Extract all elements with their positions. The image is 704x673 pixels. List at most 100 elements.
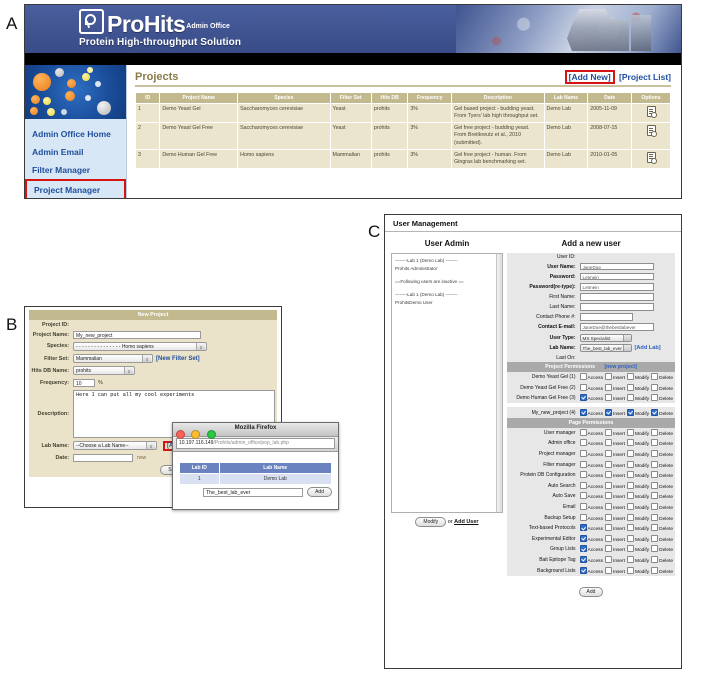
checkbox-access[interactable] (579, 450, 587, 458)
checkbox-delete[interactable] (651, 460, 659, 468)
perm-insert[interactable]: Insert (604, 481, 625, 490)
checkbox-delete[interactable] (651, 394, 659, 402)
prohits-logo[interactable]: ProHitsAdmin Office Protein High-through… (79, 9, 241, 48)
frequency-input[interactable]: 10 (73, 378, 95, 387)
perm-access[interactable]: Access (579, 372, 603, 381)
perm-modify[interactable]: Modify (626, 556, 649, 564)
checkbox-access[interactable] (579, 471, 587, 479)
checkbox-insert[interactable] (604, 471, 612, 479)
perm-modify[interactable]: Modify (626, 450, 649, 458)
first-name-input[interactable] (579, 293, 654, 301)
perm-delete[interactable]: Delete (651, 566, 673, 575)
perm-access[interactable]: Access (579, 428, 603, 437)
perm-access[interactable]: Access (579, 545, 603, 553)
list-item[interactable]: ProhitsDemo User (395, 299, 499, 307)
perm-delete[interactable]: Delete (651, 460, 673, 469)
checkbox-modify[interactable] (626, 460, 634, 468)
perm-insert[interactable]: Insert (604, 450, 625, 458)
checkbox-insert[interactable] (604, 566, 612, 574)
perm-modify[interactable]: Modify (626, 513, 649, 522)
checkbox-modify[interactable] (626, 372, 634, 380)
add-button[interactable]: Add (578, 586, 604, 597)
perm-access[interactable]: Access (579, 408, 603, 417)
perm-modify[interactable]: Modify (626, 428, 649, 437)
cell-options[interactable] (631, 122, 671, 150)
perm-insert[interactable]: Insert (604, 545, 625, 553)
perm-delete[interactable]: Delete (651, 481, 673, 490)
checkbox-insert[interactable] (604, 524, 612, 532)
zoom-icon[interactable] (206, 430, 216, 439)
checkbox-insert[interactable] (604, 460, 612, 468)
checkbox-insert[interactable] (604, 492, 612, 500)
perm-modify[interactable]: Modify (626, 408, 649, 417)
firefox-popup-window[interactable]: Mozilla Firefox 10.197.116.149/Prohits/a… (172, 422, 339, 510)
perm-access[interactable]: Access (579, 524, 603, 532)
perm-access[interactable]: Access (579, 513, 603, 522)
perm-insert[interactable]: Insert (604, 460, 625, 469)
perm-access[interactable]: Access (579, 460, 603, 469)
perm-modify[interactable]: Modify (626, 566, 649, 575)
checkbox-insert[interactable] (604, 383, 612, 391)
checkbox-modify[interactable] (626, 556, 634, 564)
perm-delete[interactable]: Delete (651, 503, 673, 511)
document-search-icon[interactable] (646, 151, 657, 164)
perm-insert[interactable]: Insert (604, 408, 625, 417)
checkbox-delete[interactable] (651, 503, 659, 511)
sidebar-item-admin-office-home[interactable]: Admin Office Home (29, 125, 126, 143)
perm-delete[interactable]: Delete (651, 450, 673, 458)
user-admin-listbox[interactable]: --------Lab 1 (Demo Lab) -------- Prohit… (391, 253, 503, 513)
new-filter-set-link[interactable]: [New Filter Set] (156, 356, 200, 362)
perm-access[interactable]: Access (579, 471, 603, 479)
perm-insert[interactable]: Insert (604, 513, 625, 522)
perm-insert[interactable]: Insert (604, 439, 625, 447)
list-item[interactable]: Prohits Administrator (395, 265, 499, 273)
checkbox-delete[interactable] (651, 492, 659, 500)
perm-modify[interactable]: Modify (626, 439, 649, 447)
date-now-link[interactable]: now (137, 455, 146, 461)
checkbox-insert[interactable] (604, 408, 612, 416)
add-new-link[interactable]: [Add New] (564, 70, 615, 84)
checkbox-access[interactable] (579, 503, 587, 511)
checkbox-modify[interactable] (626, 481, 634, 489)
checkbox-access[interactable] (579, 383, 587, 391)
perm-insert[interactable]: Insert (604, 372, 625, 381)
perm-insert[interactable]: Insert (604, 503, 625, 511)
checkbox-modify[interactable] (626, 383, 634, 391)
perm-modify[interactable]: Modify (626, 534, 649, 543)
checkbox-access[interactable] (579, 566, 587, 574)
perm-access[interactable]: Access (579, 450, 603, 458)
modify-button[interactable]: Modify (415, 517, 447, 527)
perm-delete[interactable]: Delete (651, 513, 673, 522)
table-row[interactable]: 1 Demo Yeast Gel Saccharomyces cerevisia… (134, 102, 671, 124)
add-user-link[interactable]: Add User (454, 519, 478, 525)
checkbox-modify[interactable] (626, 513, 634, 521)
perm-access[interactable]: Access (579, 556, 603, 564)
hits-db-select[interactable]: prohits ⇳ (73, 366, 135, 376)
checkbox-access[interactable] (579, 408, 587, 416)
checkbox-delete[interactable] (651, 481, 659, 489)
checkbox-insert[interactable] (604, 513, 612, 521)
table-row[interactable]: 3 Demo Human Gel Free Homo sapiens Mamma… (134, 148, 671, 169)
contact-email-input[interactable]: JaneDoe@thebestlabever (579, 323, 654, 331)
checkbox-delete[interactable] (651, 513, 659, 521)
checkbox-insert[interactable] (604, 439, 612, 447)
perm-modify[interactable]: Modify (626, 503, 649, 511)
sidebar-item-filter-manager[interactable]: Filter Manager (29, 161, 126, 179)
project-name-input[interactable]: My_new_project (73, 330, 201, 339)
checkbox-modify[interactable] (626, 524, 634, 532)
perm-modify[interactable]: Modify (626, 524, 649, 532)
checkbox-delete[interactable] (651, 439, 659, 447)
checkbox-delete[interactable] (651, 556, 659, 564)
new-project-link[interactable]: [new project] (605, 364, 637, 370)
table-row[interactable]: 2 Demo Yeast Gel Free Saccharomyces cere… (134, 122, 671, 150)
checkbox-delete[interactable] (651, 471, 659, 479)
checkbox-insert[interactable] (604, 534, 612, 542)
listbox-scrollbar[interactable] (496, 254, 502, 512)
perm-access[interactable]: Access (579, 383, 603, 392)
document-search-icon[interactable] (646, 106, 657, 118)
document-search-icon[interactable] (646, 125, 657, 138)
checkbox-delete[interactable] (651, 524, 659, 532)
perm-delete[interactable]: Delete (651, 556, 673, 564)
checkbox-modify[interactable] (626, 394, 634, 402)
checkbox-access[interactable] (579, 524, 587, 532)
